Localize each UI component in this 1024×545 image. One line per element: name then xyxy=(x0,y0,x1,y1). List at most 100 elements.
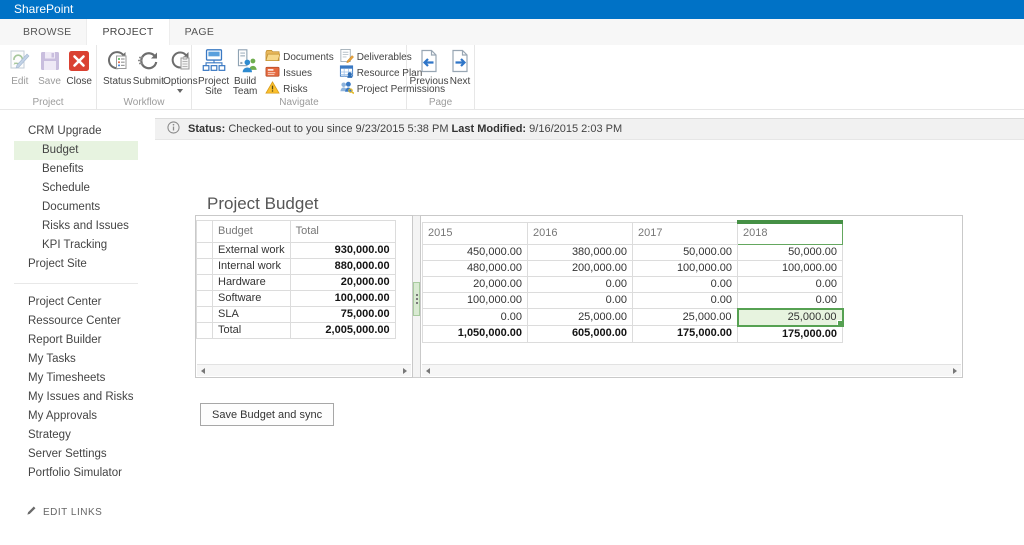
budget-cell-internal-work-2015[interactable]: 480,000.00 xyxy=(422,259,528,277)
total-column-header[interactable]: Total xyxy=(289,220,396,243)
sidebar-item-my-timesheets[interactable]: My Timesheets xyxy=(0,369,155,388)
sidebar-item-my-issues-and-risks[interactable]: My Issues and Risks xyxy=(0,388,155,407)
sidebar-item-schedule[interactable]: Schedule xyxy=(0,179,155,198)
brand-logo[interactable]: SharePoint xyxy=(14,2,73,16)
edit-button-label: Edit xyxy=(11,76,29,87)
row-selector[interactable] xyxy=(196,306,213,323)
budget-cell-hardware-2018[interactable]: 0.00 xyxy=(737,275,843,293)
sidebar-item-ressource-center[interactable]: Ressource Center xyxy=(0,312,155,331)
documents-button[interactable]: Documents xyxy=(265,49,334,65)
risks-button[interactable]: Risks xyxy=(265,81,334,97)
sidebar-item-benefits[interactable]: Benefits xyxy=(0,160,155,179)
issues-button[interactable]: Issues xyxy=(265,65,334,81)
budget-cell-hardware-2016[interactable]: 0.00 xyxy=(527,275,633,293)
budget-cell-internal-work-2017[interactable]: 100,000.00 xyxy=(632,259,738,277)
submit-button[interactable]: Submit xyxy=(132,47,164,87)
year-column-header-2017[interactable]: 2017 xyxy=(632,221,738,245)
row-total-value[interactable]: 880,000.00 xyxy=(289,258,396,275)
sidebar-item-documents[interactable]: Documents xyxy=(0,198,155,217)
budget-cell-sla-2015[interactable]: 0.00 xyxy=(422,308,528,326)
sidebar-item-kpi-tracking[interactable]: KPI Tracking xyxy=(0,236,155,255)
ribbon: Edit Save Close Project Status Submit Op… xyxy=(0,45,1024,110)
budget-cell-hardware-2017[interactable]: 0.00 xyxy=(632,275,738,293)
sidebar-item-strategy[interactable]: Strategy xyxy=(0,426,155,445)
budget-cell-software-2015[interactable]: 100,000.00 xyxy=(422,291,528,309)
scroll-right-arrow[interactable] xyxy=(403,367,407,374)
tab-page[interactable]: PAGE xyxy=(170,19,230,45)
grip-dots-icon xyxy=(415,294,418,296)
horizontal-scrollbar[interactable] xyxy=(197,364,411,376)
table-row-internal-work: 480,000.00 200,000.00 100,000.00 100,000.00 xyxy=(422,259,843,277)
splitter-handle[interactable] xyxy=(413,282,420,316)
save-button[interactable]: Save xyxy=(35,47,65,87)
sidebar-item-project-site[interactable]: Project Site xyxy=(0,255,155,274)
row-selector[interactable] xyxy=(196,322,213,339)
panel-splitter[interactable] xyxy=(413,215,420,378)
build-team-button[interactable]: Build Team xyxy=(230,47,260,97)
sidebar-item-crm-upgrade[interactable]: CRM Upgrade xyxy=(0,122,155,141)
row-selector[interactable] xyxy=(196,274,213,291)
budget-cell-sla-2017[interactable]: 25,000.00 xyxy=(632,308,738,326)
budget-cell-total-2018[interactable]: 175,000.00 xyxy=(737,325,843,343)
sidebar-item-my-tasks[interactable]: My Tasks xyxy=(0,350,155,369)
row-total-value[interactable]: 75,000.00 xyxy=(289,306,396,323)
budget-cell-internal-work-2018[interactable]: 100,000.00 xyxy=(737,259,843,277)
row-selector[interactable] xyxy=(196,290,213,307)
year-column-header-2015[interactable]: 2015 xyxy=(422,221,528,245)
budget-cell-external-work-2016[interactable]: 380,000.00 xyxy=(527,243,633,261)
sidebar-item-portfolio-simulator[interactable]: Portfolio Simulator xyxy=(0,464,155,483)
budget-column-header[interactable]: Budget xyxy=(212,220,291,243)
previous-button[interactable]: Previous xyxy=(410,47,448,87)
scroll-left-arrow[interactable] xyxy=(426,367,430,374)
budget-cell-sla-2016[interactable]: 25,000.00 xyxy=(527,308,633,326)
row-selector[interactable] xyxy=(196,242,213,259)
previous-page-icon xyxy=(416,47,442,75)
budget-cell-external-work-2015[interactable]: 450,000.00 xyxy=(422,243,528,261)
row-total-value[interactable]: 930,000.00 xyxy=(289,242,396,259)
budget-cell-sla-2018[interactable]: 25,000.00 xyxy=(736,307,844,327)
sidebar-item-server-settings[interactable]: Server Settings xyxy=(0,445,155,464)
budget-cell-external-work-2018[interactable]: 50,000.00 xyxy=(737,243,843,261)
budget-cell-software-2017[interactable]: 0.00 xyxy=(632,291,738,309)
sidebar-item-my-approvals[interactable]: My Approvals xyxy=(0,407,155,426)
year-column-header-2018[interactable]: 2018 xyxy=(737,220,843,245)
sidebar-item-budget[interactable]: Budget xyxy=(14,141,138,160)
horizontal-scrollbar[interactable] xyxy=(422,364,961,376)
row-total-value[interactable]: 2,005,000.00 xyxy=(289,322,396,339)
tab-project[interactable]: PROJECT xyxy=(86,19,170,45)
status-button[interactable]: Status xyxy=(102,47,132,87)
budget-cell-external-work-2017[interactable]: 50,000.00 xyxy=(632,243,738,261)
sidebar-item-project-center[interactable]: Project Center xyxy=(0,293,155,312)
row-label[interactable]: Software xyxy=(212,290,291,307)
budget-cell-internal-work-2016[interactable]: 200,000.00 xyxy=(527,259,633,277)
budget-cell-total-2016[interactable]: 605,000.00 xyxy=(527,325,633,343)
edit-button[interactable]: Edit xyxy=(5,47,35,87)
tab-browse[interactable]: BROWSE xyxy=(8,19,86,45)
row-label[interactable]: External work xyxy=(212,242,291,259)
row-label[interactable]: Total xyxy=(212,322,291,339)
project-site-icon xyxy=(200,47,228,75)
budget-cell-software-2016[interactable]: 0.00 xyxy=(527,291,633,309)
scroll-left-arrow[interactable] xyxy=(201,367,205,374)
project-site-button[interactable]: Project Site xyxy=(197,47,230,97)
row-label[interactable]: Internal work xyxy=(212,258,291,275)
scroll-right-arrow[interactable] xyxy=(953,367,957,374)
sidebar-item-risks-and-issues[interactable]: Risks and Issues xyxy=(0,217,155,236)
row-total-value[interactable]: 20,000.00 xyxy=(289,274,396,291)
close-button[interactable]: Close xyxy=(64,47,94,87)
sidebar-item-report-builder[interactable]: Report Builder xyxy=(0,331,155,350)
row-label[interactable]: SLA xyxy=(212,306,291,323)
year-column-header-2016[interactable]: 2016 xyxy=(527,221,633,245)
row-selector[interactable] xyxy=(196,258,213,275)
row-label[interactable]: Hardware xyxy=(212,274,291,291)
submit-button-label: Submit xyxy=(132,76,164,87)
budget-labels-table: Budget Total External work 930,000.00 Inte… xyxy=(196,220,396,339)
save-budget-and-sync-button[interactable]: Save Budget and sync xyxy=(200,403,335,426)
budget-cell-total-2015[interactable]: 1,050,000.00 xyxy=(422,325,528,343)
next-button[interactable]: Next xyxy=(446,47,474,87)
budget-cell-hardware-2015[interactable]: 20,000.00 xyxy=(422,275,528,293)
budget-cell-software-2018[interactable]: 0.00 xyxy=(737,291,843,309)
row-total-value[interactable]: 100,000.00 xyxy=(289,290,396,307)
budget-cell-total-2017[interactable]: 175,000.00 xyxy=(632,325,738,343)
edit-links-button[interactable]: EDIT LINKS xyxy=(0,505,155,519)
